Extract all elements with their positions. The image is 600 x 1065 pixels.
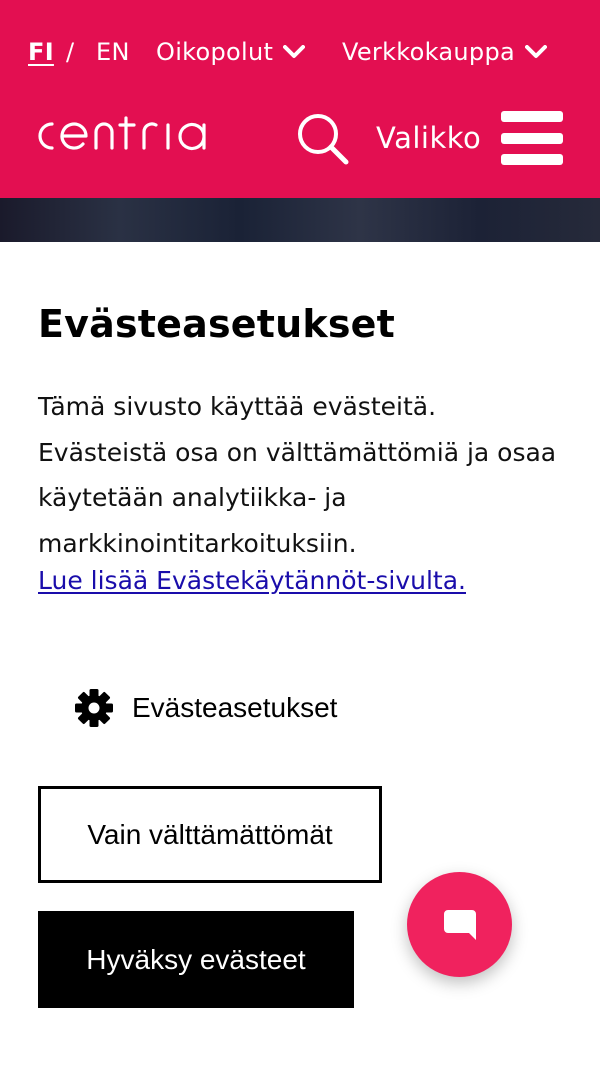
necessary-only-button[interactable]: Vain välttämättömät — [38, 786, 382, 883]
language-fi-link[interactable]: FI — [28, 38, 54, 66]
chat-bubble-icon — [443, 909, 476, 940]
hero-image-strip — [0, 198, 600, 242]
shortcuts-label: Oikopolut — [156, 38, 274, 66]
gear-icon — [75, 689, 113, 727]
site-header: FI / EN Oikopolut Verkkokauppa Valikko — [0, 0, 600, 198]
shop-dropdown[interactable]: Verkkokauppa — [342, 38, 547, 66]
top-nav: FI / EN Oikopolut Verkkokauppa — [0, 34, 600, 74]
shortcuts-dropdown[interactable]: Oikopolut — [156, 38, 306, 66]
accept-cookies-button[interactable]: Hyväksy evästeet — [38, 911, 354, 1008]
chevron-down-icon — [524, 45, 547, 58]
cookie-settings-toggle[interactable]: Evästeasetukset — [74, 688, 337, 728]
chat-button[interactable] — [407, 872, 512, 977]
language-separator: / — [66, 38, 75, 66]
cookie-consent-panel: Evästeasetukset Tämä sivusto käyttää evä… — [0, 242, 600, 1065]
cookie-panel-description: Tämä sivusto käyttää evästeitä. Evästeis… — [38, 392, 557, 558]
centria-logo[interactable] — [28, 112, 222, 156]
language-en-link[interactable]: EN — [96, 38, 130, 66]
cookie-settings-label: Evästeasetukset — [132, 692, 338, 723]
cookie-panel-title: Evästeasetukset — [38, 302, 396, 346]
menu-button[interactable]: Valikko — [376, 108, 564, 168]
search-icon[interactable] — [296, 112, 350, 166]
shop-label: Verkkokauppa — [342, 38, 515, 66]
cookie-policy-link[interactable]: Lue lisää Evästekäytännöt-sivulta. — [38, 566, 466, 595]
menu-label: Valikko — [376, 121, 482, 155]
hamburger-icon — [501, 111, 564, 165]
chevron-down-icon — [283, 45, 306, 58]
